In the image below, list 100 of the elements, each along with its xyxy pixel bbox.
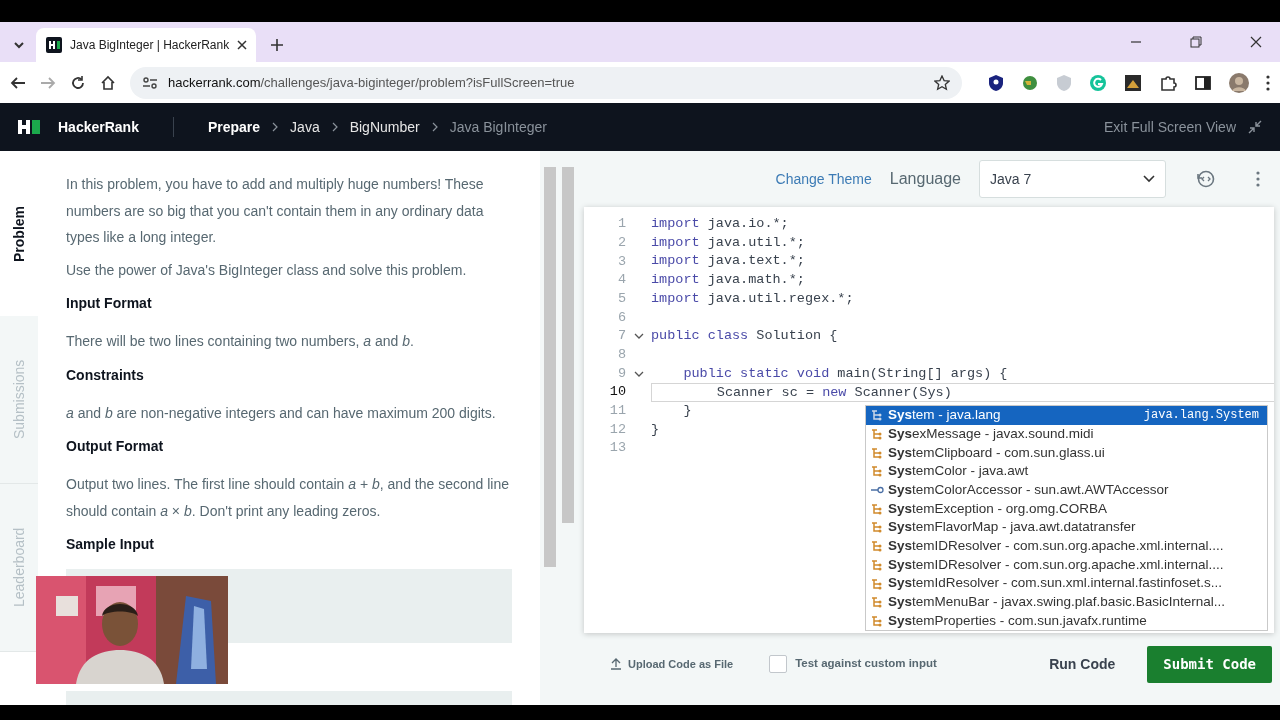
paragraph: There will be two lines containing two numbers, a and b.: [66, 332, 415, 351]
brand-link[interactable]: HackerRank: [58, 116, 139, 138]
collapse-icon[interactable]: [1248, 120, 1262, 134]
more-options-icon[interactable]: [1266, 74, 1270, 91]
class-icon: [870, 577, 884, 590]
class-icon: [870, 428, 884, 441]
suggestion-item[interactable]: SystemIDResolver - com.sun.org.apache.xml.internal....: [866, 536, 1267, 556]
checkbox[interactable]: [769, 655, 788, 673]
section-heading: Output Format: [66, 437, 165, 456]
history-icon[interactable]: [1196, 169, 1216, 189]
new-tab-icon[interactable]: [270, 38, 284, 52]
class-icon: [870, 521, 884, 534]
line-number: 7: [616, 327, 626, 346]
line-number: 5: [616, 289, 626, 308]
language-label: Language: [889, 169, 961, 189]
fold-icon[interactable]: [633, 370, 644, 377]
code-line: public class Solution {: [651, 328, 838, 344]
suggestion-item[interactable]: SystemException - org.omg.CORBA: [866, 499, 1267, 519]
shield-icon[interactable]: [988, 73, 1004, 92]
section-heading: Constraints: [66, 365, 145, 385]
breadcrumb-link[interactable]: BigNumber: [349, 116, 420, 138]
url-text: hackerrank.com/challenges/java-biginteger/problem?isFullScreen=true: [168, 73, 576, 92]
exit-fullscreen-button[interactable]: Exit Full Screen View: [1104, 116, 1236, 138]
suggestion-item[interactable]: SystemColorAccessor - sun.awt.AWTAccessor: [866, 480, 1267, 500]
submit-code-button[interactable]: Submit Code: [1147, 645, 1272, 683]
line-number: 8: [616, 346, 626, 365]
section-heading: Input Format: [66, 294, 153, 313]
line-number: 1: [616, 215, 626, 234]
code-line: import java.text.*;: [651, 253, 805, 269]
class-icon: [870, 446, 884, 459]
site-favicon: [46, 37, 62, 53]
paragraph: In this problem, you have to add and multiply huge numbers! These numbers are so big that you can't contain them in any ordinary data types like a long integer.: [66, 175, 485, 247]
paragraph: Use the power of Java's BigInteger class and solve this problem.: [66, 260, 468, 280]
suggestion-item[interactable]: SystemClipboard - com.sun.glass.ui: [866, 443, 1267, 463]
class-icon: [870, 502, 884, 515]
suggestion-item[interactable]: SystemIdResolver - com.sun.xml.internal.fastinfoset.s...: [866, 574, 1267, 593]
breadcrumb-link[interactable]: Prepare: [207, 116, 261, 138]
breadcrumb-link[interactable]: Java: [290, 116, 320, 138]
class-icon: [870, 409, 884, 422]
chevron-icon: [272, 122, 279, 132]
chevron-down-icon: [1143, 175, 1155, 183]
chevron-icon: [331, 122, 338, 132]
close-icon[interactable]: [237, 40, 248, 50]
suggestion-item[interactable]: SystemProperties - com.sun.javafx.runtime: [866, 611, 1267, 631]
line-number: 11: [608, 402, 626, 421]
run-code-button[interactable]: Run Code: [1035, 647, 1130, 681]
code-line: import java.util.regex.*;: [651, 290, 854, 306]
suggestion-item[interactable]: SystemColor - java.awt: [866, 462, 1267, 481]
language-select[interactable]: Java 7: [979, 160, 1166, 198]
line-number: 9: [616, 364, 626, 383]
line-number: 3: [616, 252, 626, 271]
suggestion-item[interactable]: SystemFlavorMap - java.awt.datatransfer: [866, 518, 1267, 537]
breadcrumb-link[interactable]: Java BigInteger: [449, 116, 547, 138]
code-line: import java.io.*;: [651, 216, 789, 231]
suggestion-item[interactable]: System - java.lang java.lang.System: [866, 406, 1267, 425]
star-icon[interactable]: [934, 74, 950, 91]
upload-button[interactable]: Upload Code as File: [610, 655, 734, 673]
code-line: import java.math.*;: [651, 272, 805, 288]
class-icon: [870, 558, 884, 571]
browser-tab[interactable]: Java BigInteger | HackerRank: [36, 28, 256, 62]
code-line: }: [651, 421, 660, 437]
reload-icon[interactable]: [70, 74, 86, 91]
code-line: import java.util.*;: [651, 234, 805, 250]
paragraph: a and b are non-negative integers and can have maximum 200 digits.: [66, 403, 497, 423]
fold-icon[interactable]: [633, 333, 644, 340]
line-number: 13: [608, 439, 626, 458]
scrollbar[interactable]: [562, 167, 574, 523]
class-icon: [870, 465, 884, 478]
globe-icon[interactable]: [1021, 73, 1039, 92]
address-bar[interactable]: hackerrank.com/challenges/java-biginteger/problem?isFullScreen=true: [130, 66, 962, 99]
paragraph: Output two lines. The first line should contain a + b, and the second line should contain a × b. Don't print any leading zeros.: [66, 475, 510, 521]
back-icon[interactable]: [10, 74, 26, 91]
extension-icon[interactable]: [1124, 73, 1142, 92]
line-number: 2: [616, 233, 626, 252]
line-number: 4: [616, 271, 626, 290]
logo-icon: [18, 119, 40, 135]
scrollbar[interactable]: [544, 167, 556, 567]
restore-icon[interactable]: [1190, 36, 1202, 48]
class-icon: [870, 540, 884, 553]
home-icon[interactable]: [100, 74, 116, 91]
suggestion-item[interactable]: SystemIDResolver - com.sun.org.apache.xml.internal....: [866, 555, 1267, 575]
suggestion-item[interactable]: SystemMenuBar - javax.swing.plaf.basic.BasicInternal...: [866, 592, 1267, 612]
line-number: 6: [616, 308, 626, 327]
code-line: public static void main(String[] args) {: [682, 365, 1008, 381]
code-line: }: [682, 402, 692, 418]
change-theme-link[interactable]: Change Theme: [775, 168, 872, 190]
section-heading: Sample Input: [66, 535, 155, 554]
code-line: Scanner sc = new Scanner(Sys): [715, 385, 952, 401]
sidebar-icon[interactable]: [1194, 73, 1212, 92]
tab-title: Java BigInteger | HackerRank: [70, 37, 230, 54]
avatar-icon[interactable]: [1229, 72, 1249, 93]
puzzle-icon[interactable]: [1159, 73, 1177, 92]
close-icon[interactable]: [1250, 36, 1262, 48]
checkbox-label: Test against custom input: [795, 656, 937, 672]
site-info-icon[interactable]: [142, 74, 158, 91]
chevron-icon: [431, 122, 438, 132]
code-editor[interactable]: [584, 207, 1274, 633]
suggestion-item[interactable]: SysexMessage - javax.sound.midi: [866, 424, 1267, 444]
line-number: 10: [608, 383, 626, 402]
class-icon: [870, 596, 884, 609]
